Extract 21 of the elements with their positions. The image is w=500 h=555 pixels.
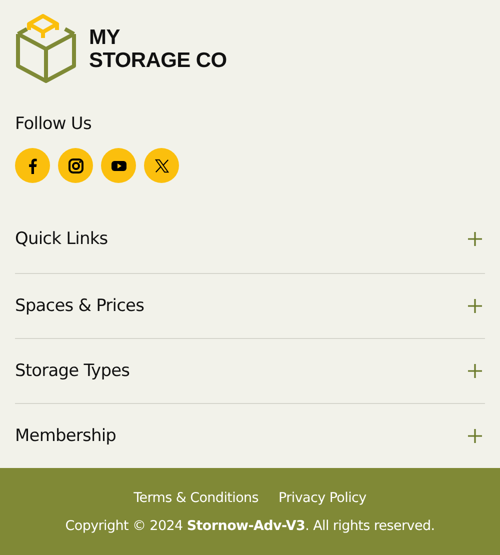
youtube-button[interactable] [101, 148, 136, 183]
accordion-header[interactable]: Membership [15, 404, 485, 468]
accordion-header[interactable]: Spaces & Prices [15, 274, 485, 338]
footer-link[interactable]: Privacy Policy [278, 490, 366, 506]
copyright-text: Copyright © 2024 Stornow-Adv-V3. All rights reserved. [65, 518, 435, 534]
plus-icon [468, 429, 482, 443]
accordion-header[interactable]: Quick Links [15, 203, 485, 273]
accordion-header[interactable]: Storage Types [15, 339, 485, 403]
instagram-button[interactable] [58, 148, 93, 183]
x-button[interactable] [144, 148, 179, 183]
logo-text: MY [89, 26, 121, 49]
facebook-button[interactable] [15, 148, 50, 183]
x-icon [154, 158, 168, 172]
box-logo-icon [15, 14, 77, 84]
footer-link[interactable]: Terms & Conditions [134, 490, 259, 506]
plus-icon [468, 364, 482, 378]
plus-icon [468, 232, 482, 246]
follow-heading: Follow Us [15, 114, 92, 134]
logo-text: STORAGE CO [89, 49, 227, 72]
instagram-icon [68, 158, 84, 174]
plus-icon [468, 299, 482, 313]
